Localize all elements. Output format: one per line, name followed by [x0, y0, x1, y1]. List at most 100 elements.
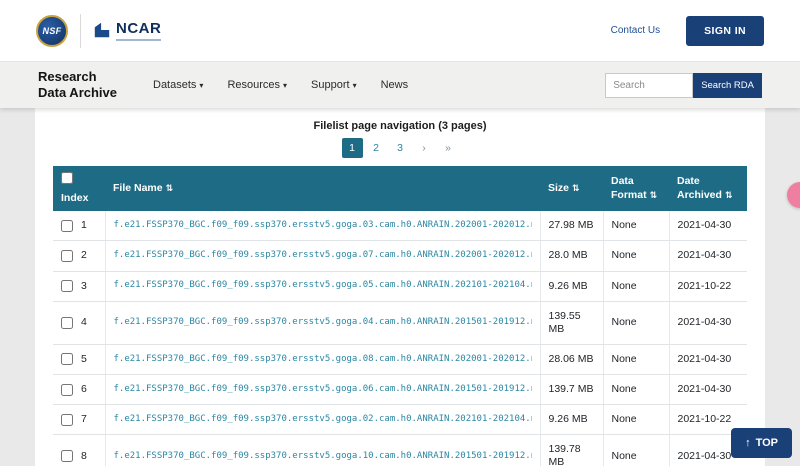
- size-header-label: Size: [548, 182, 569, 194]
- chevron-down-icon: ▾: [199, 81, 203, 90]
- row-index: 8: [81, 450, 87, 463]
- top-header: NSF NCAR Contact Us SIGN IN: [0, 0, 800, 62]
- row-checkbox[interactable]: [61, 220, 73, 232]
- site-title-line2: Data Archive: [38, 85, 117, 101]
- nav-item-support[interactable]: Support ▾: [311, 79, 357, 91]
- file-name-link[interactable]: f.e21.FSSP370_BGC.f09_f09.ssp370.ersstv5…: [114, 414, 532, 425]
- nsf-logo[interactable]: NSF: [36, 15, 68, 47]
- contact-us-link[interactable]: Contact Us: [611, 25, 660, 36]
- page-button-1[interactable]: 1: [342, 138, 363, 158]
- table-row: 6 f.e21.FSSP370_BGC.f09_f09.ssp370.ersstv…: [53, 375, 747, 405]
- filelist-table: Index File Name⇅ Size⇅ Data Format⇅ Date…: [53, 166, 747, 466]
- file-name-link[interactable]: f.e21.FSSP370_BGC.f09_f09.ssp370.ersstv5…: [114, 280, 532, 291]
- nav-items: Datasets ▾ Resources ▾ Support ▾ News: [153, 79, 408, 91]
- file-name-link[interactable]: f.e21.FSSP370_BGC.f09_f09.ssp370.ersstv5…: [114, 354, 532, 365]
- table-row: 4 f.e21.FSSP370_BGC.f09_f09.ssp370.ersstv…: [53, 301, 747, 344]
- date-archived: 2021-04-30: [669, 344, 747, 374]
- row-checkbox[interactable]: [61, 250, 73, 262]
- ncar-logo-text-wrap: NCAR: [116, 21, 161, 41]
- nav-item-datasets[interactable]: Datasets ▾: [153, 79, 203, 91]
- table-row: 7 f.e21.FSSP370_BGC.f09_f09.ssp370.ersstv…: [53, 405, 747, 435]
- ncar-logo-text: NCAR: [116, 21, 161, 36]
- date-archived: 2021-04-30: [669, 301, 747, 344]
- date-archived-column-header[interactable]: Date Archived⇅: [669, 166, 747, 211]
- next-page-button[interactable]: ›: [414, 138, 435, 158]
- data-format: None: [603, 301, 669, 344]
- sign-in-button[interactable]: SIGN IN: [686, 16, 764, 46]
- nav-item-resources-label: Resources: [227, 79, 280, 91]
- file-size: 28.06 MB: [540, 344, 603, 374]
- file-name-link[interactable]: f.e21.FSSP370_BGC.f09_f09.ssp370.ersstv5…: [114, 250, 532, 261]
- row-index: 4: [81, 316, 87, 329]
- file-name-link[interactable]: f.e21.FSSP370_BGC.f09_f09.ssp370.ersstv5…: [114, 451, 532, 462]
- search-input[interactable]: [605, 73, 693, 98]
- main-navbar: Research Data Archive Datasets ▾ Resourc…: [0, 62, 800, 108]
- file-table-body: 1 f.e21.FSSP370_BGC.f09_f09.ssp370.ersstv…: [53, 211, 747, 466]
- row-index: 6: [81, 383, 87, 396]
- sort-icon[interactable]: ⇅: [166, 184, 174, 194]
- date-archived: 2021-04-30: [669, 211, 747, 241]
- top-actions: Contact Us SIGN IN: [611, 16, 764, 46]
- file-name-link[interactable]: f.e21.FSSP370_BGC.f09_f09.ssp370.ersstv5…: [114, 384, 532, 395]
- site-title[interactable]: Research Data Archive: [38, 69, 117, 100]
- ncar-logo[interactable]: NCAR: [93, 21, 161, 41]
- table-row: 3f.e21.FSSP370_BGC.f09_f09.ssp370.ersstv…: [53, 271, 747, 301]
- nav-item-news-label: News: [381, 79, 409, 91]
- file-size: 28.0 MB: [540, 241, 603, 271]
- logo-divider: [80, 14, 81, 48]
- row-index: 7: [81, 413, 87, 426]
- row-index: 2: [81, 249, 87, 262]
- index-column-header: Index: [53, 166, 105, 211]
- index-header-label: Index: [61, 192, 97, 205]
- filelist-pagination: 1 2 3 › »: [53, 138, 747, 158]
- row-checkbox[interactable]: [61, 450, 73, 462]
- arrow-up-icon: ↑: [745, 437, 751, 449]
- file-size: 27.98 MB: [540, 211, 603, 241]
- file-name-column-header[interactable]: File Name⇅: [105, 166, 540, 211]
- row-index: 5: [81, 353, 87, 366]
- row-checkbox[interactable]: [61, 280, 73, 292]
- filelist-card: Filelist page navigation (3 pages) 1 2 3…: [35, 108, 765, 466]
- row-index: 1: [81, 219, 87, 232]
- data-format: None: [603, 405, 669, 435]
- page-button-2[interactable]: 2: [366, 138, 387, 158]
- file-name-link[interactable]: f.e21.FSSP370_BGC.f09_f09.ssp370.ersstv5…: [114, 220, 532, 231]
- last-page-button[interactable]: »: [438, 138, 459, 158]
- search-rda-button[interactable]: Search RDA: [693, 73, 762, 98]
- file-size: 139.7 MB: [540, 375, 603, 405]
- table-row: 5 f.e21.FSSP370_BGC.f09_f09.ssp370.ersstv…: [53, 344, 747, 374]
- main-content: Filelist page navigation (3 pages) 1 2 3…: [0, 108, 800, 466]
- row-checkbox[interactable]: [61, 317, 73, 329]
- nav-item-resources[interactable]: Resources ▾: [227, 79, 287, 91]
- pagination-title: Filelist page navigation (3 pages): [53, 120, 747, 132]
- size-column-header[interactable]: Size⇅: [540, 166, 603, 211]
- data-format: None: [603, 344, 669, 374]
- row-checkbox[interactable]: [61, 414, 73, 426]
- data-format-header-label: Data Format: [611, 175, 647, 200]
- file-size: 9.26 MB: [540, 271, 603, 301]
- row-checkbox[interactable]: [61, 353, 73, 365]
- date-archived: 2021-04-30: [669, 375, 747, 405]
- chevron-down-icon: ▾: [353, 81, 357, 90]
- file-name-link[interactable]: f.e21.FSSP370_BGC.f09_f09.ssp370.ersstv5…: [114, 317, 532, 328]
- file-size: 9.26 MB: [540, 405, 603, 435]
- sort-icon[interactable]: ⇅: [725, 191, 733, 201]
- data-format: None: [603, 375, 669, 405]
- back-to-top-button[interactable]: ↑ TOP: [731, 428, 792, 458]
- ncar-logo-mark: [93, 21, 111, 39]
- table-row: 1 f.e21.FSSP370_BGC.f09_f09.ssp370.ersstv…: [53, 211, 747, 241]
- nav-item-news[interactable]: News: [381, 79, 409, 91]
- date-archived: 2021-10-22: [669, 271, 747, 301]
- nav-item-datasets-label: Datasets: [153, 79, 196, 91]
- page-button-3[interactable]: 3: [390, 138, 411, 158]
- nsf-logo-text: NSF: [43, 26, 62, 36]
- file-size: 139.78 MB: [540, 435, 603, 466]
- search-group: Search RDA: [605, 73, 762, 98]
- data-format-column-header[interactable]: Data Format⇅: [603, 166, 669, 211]
- table-row: 2 f.e21.FSSP370_BGC.f09_f09.ssp370.ersstv…: [53, 241, 747, 271]
- sort-icon[interactable]: ⇅: [572, 184, 580, 194]
- select-all-checkbox[interactable]: [61, 172, 73, 184]
- logo-group: NSF NCAR: [36, 14, 161, 48]
- sort-icon[interactable]: ⇅: [650, 191, 658, 201]
- row-checkbox[interactable]: [61, 384, 73, 396]
